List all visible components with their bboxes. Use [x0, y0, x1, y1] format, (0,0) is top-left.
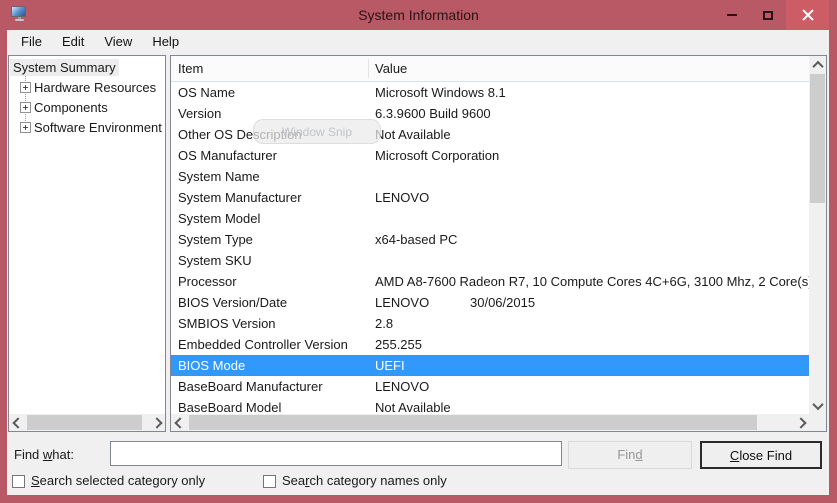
tree-item-label: Software Environment: [34, 120, 162, 135]
window-border-bottom: [0, 495, 837, 503]
table-row[interactable]: System Name: [171, 166, 809, 187]
table-row[interactable]: System Typex64-based PC: [171, 229, 809, 250]
tree-item-components[interactable]: Components: [9, 98, 165, 118]
details-table-panel: Item Value OS NameMicrosoft Windows 8.1 …: [170, 55, 827, 432]
table-row[interactable]: BIOS Version/DateLENOVO30/06/2015: [171, 292, 809, 313]
minimize-button[interactable]: [714, 0, 750, 30]
menu-edit[interactable]: Edit: [52, 30, 94, 54]
menu-help[interactable]: Help: [142, 30, 189, 54]
table-horizontal-scrollbar[interactable]: [171, 414, 809, 431]
minimize-icon: [727, 14, 737, 16]
table-body: OS NameMicrosoft Windows 8.1 Version6.3.…: [171, 56, 809, 414]
close-icon: [802, 9, 814, 21]
search-selected-category-label[interactable]: Search selected category only: [31, 473, 205, 488]
menu-bar: File Edit View Help: [7, 30, 829, 54]
scroll-up-icon[interactable]: [809, 56, 826, 73]
plus-expander-icon[interactable]: [20, 82, 31, 93]
menu-file[interactable]: File: [11, 30, 52, 54]
tree-item-system-summary[interactable]: System Summary: [10, 59, 119, 76]
table-row[interactable]: SMBIOS Version2.8: [171, 313, 809, 334]
table-row[interactable]: OS NameMicrosoft Windows 8.1: [171, 82, 809, 103]
table-hscrollbar-thumb[interactable]: [189, 415, 757, 430]
table-row[interactable]: ProcessorAMD A8-7600 Radeon R7, 10 Compu…: [171, 271, 809, 292]
tree-horizontal-scrollbar[interactable]: [9, 414, 165, 431]
search-category-names-label[interactable]: Search category names only: [282, 473, 447, 488]
table-row[interactable]: OS ManufacturerMicrosoft Corporation: [171, 145, 809, 166]
window-border-left: [0, 30, 7, 503]
plus-expander-icon[interactable]: [20, 102, 31, 113]
close-find-button[interactable]: Close Find: [700, 441, 822, 469]
table-row[interactable]: System ManufacturerLENOVO: [171, 187, 809, 208]
table-vertical-scrollbar[interactable]: [809, 56, 826, 414]
table-row[interactable]: BaseBoard ManufacturerLENOVO: [171, 376, 809, 397]
table-row[interactable]: Embedded Controller Version255.255: [171, 334, 809, 355]
scroll-left-icon[interactable]: [171, 414, 188, 431]
tree-item-label: Components: [34, 100, 108, 115]
table-vscrollbar-thumb[interactable]: [810, 74, 825, 203]
scroll-right-icon[interactable]: [792, 414, 809, 431]
search-category-names-checkbox[interactable]: [263, 475, 276, 488]
table-row-selected[interactable]: BIOS ModeUEFI: [171, 355, 809, 376]
close-button[interactable]: [786, 0, 829, 30]
maximize-icon: [763, 11, 773, 20]
table-row[interactable]: Version6.3.9600 Build 9600: [171, 103, 809, 124]
maximize-button[interactable]: [750, 0, 786, 30]
tree-hscrollbar-thumb[interactable]: [27, 415, 142, 430]
find-what-label: Find what:: [14, 447, 74, 462]
window-border-right: [829, 30, 837, 503]
window-title: System Information: [0, 7, 837, 23]
menu-view[interactable]: View: [94, 30, 142, 54]
table-row[interactable]: System SKU: [171, 250, 809, 271]
scroll-right-icon[interactable]: [148, 414, 165, 431]
category-tree-panel: System Summary Hardware Resources Compon…: [8, 55, 166, 432]
scroll-down-icon[interactable]: [809, 397, 826, 414]
titlebar: System Information: [0, 0, 837, 30]
table-row[interactable]: Other OS DescriptionNot Available: [171, 124, 809, 145]
table-row[interactable]: System Model: [171, 208, 809, 229]
search-selected-category-checkbox[interactable]: [12, 475, 25, 488]
plus-expander-icon[interactable]: [20, 122, 31, 133]
tree-item-hardware-resources[interactable]: Hardware Resources: [9, 78, 165, 98]
table-row[interactable]: BaseBoard ModelNot Available: [171, 397, 809, 414]
find-input[interactable]: [110, 441, 562, 466]
tree-item-software-environment[interactable]: Software Environment: [9, 118, 165, 138]
system-information-window: System Information File Edit View Help S…: [0, 0, 837, 503]
scroll-left-icon[interactable]: [9, 414, 26, 431]
tree-item-label: Hardware Resources: [34, 80, 156, 95]
scrollbar-corner: [809, 414, 826, 431]
find-button[interactable]: Find: [568, 441, 692, 469]
